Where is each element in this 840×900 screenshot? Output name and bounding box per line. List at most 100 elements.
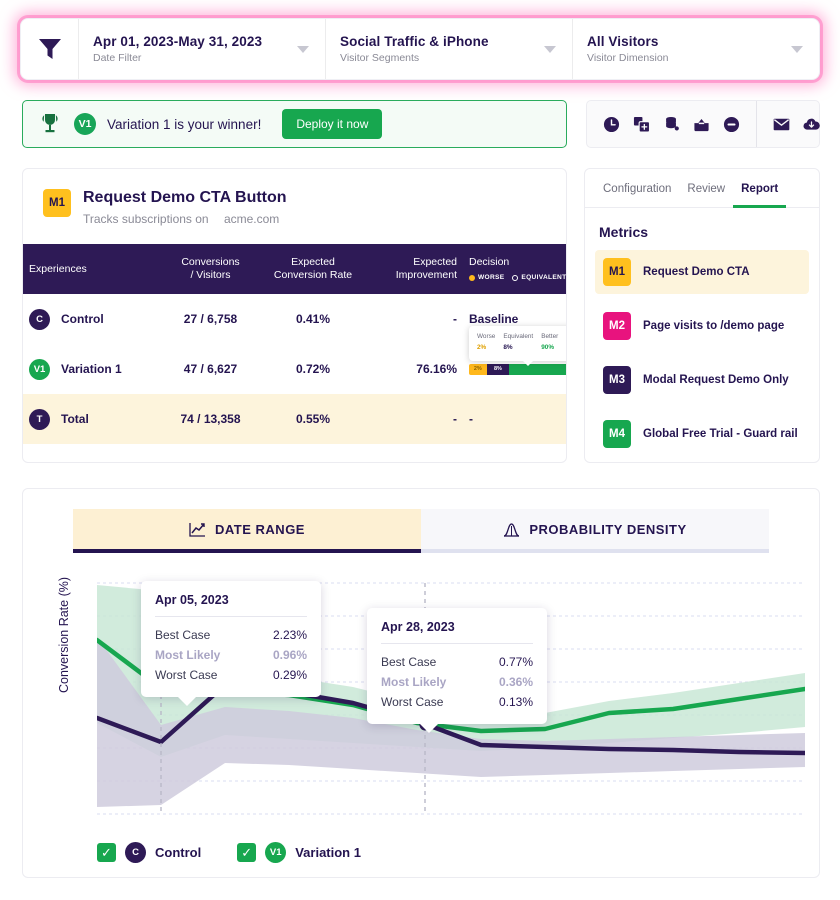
legend-checkbox-variation1[interactable]: ✓ bbox=[237, 843, 257, 862]
experiences-table-body: C Control 27 / 6,758 0.41% - Baseline V1… bbox=[23, 294, 566, 445]
legend-equivalent: EQUIVALENT bbox=[512, 274, 566, 282]
row-name-total: Total bbox=[61, 412, 89, 427]
sidebar-item-metric-m2[interactable]: M2 Page visits to /demo page bbox=[595, 304, 809, 348]
col-experiences: Experiences bbox=[23, 244, 163, 295]
metric-label-m2: Page visits to /demo page bbox=[643, 320, 785, 332]
metrics-heading: Metrics bbox=[599, 224, 649, 240]
legend-item-control[interactable]: ✓ C Control bbox=[97, 842, 201, 863]
row-badge-variation1: V1 bbox=[29, 358, 50, 380]
envelope-icon[interactable] bbox=[773, 116, 790, 133]
visitor-segments-filter[interactable]: Social Traffic & iPhone Visitor Segments bbox=[326, 19, 573, 79]
visitor-dimension-filter[interactable]: All Visitors Visitor Dimension bbox=[573, 19, 819, 79]
metric-chip-m1: M1 bbox=[43, 189, 71, 217]
tab-probability-density-label: PROBABILITY DENSITY bbox=[529, 521, 687, 537]
filter-icon-cell[interactable] bbox=[21, 19, 79, 79]
decision-tooltip-better: Better 90% bbox=[541, 332, 558, 354]
chart-tooltip-2-best-value: 0.77% bbox=[498, 655, 533, 669]
app-root: Apr 01, 2023-May 31, 2023 Date Filter So… bbox=[0, 0, 840, 900]
metric-label-m4: Global Free Trial - Guard rail bbox=[643, 428, 798, 440]
experiment-subtitle: Tracks subscriptions on acme.com bbox=[83, 212, 287, 226]
tab-date-range[interactable]: DATE RANGE bbox=[73, 509, 421, 553]
legend-label-variation1: Variation 1 bbox=[295, 845, 361, 860]
tab-probability-density[interactable]: PROBABILITY DENSITY bbox=[421, 509, 769, 553]
decision-indicator[interactable]: Worse 2% Equivalent 8% Better 90% 2% 8% bbox=[469, 326, 566, 375]
database-icon[interactable] bbox=[663, 116, 680, 133]
sidebar-item-metric-m1[interactable]: M1 Request Demo CTA bbox=[595, 250, 809, 294]
tab-report[interactable]: Report bbox=[733, 169, 787, 208]
winner-banner: V1 Variation 1 is your winner! Deploy it… bbox=[22, 100, 567, 148]
chevron-down-icon[interactable] bbox=[297, 46, 309, 53]
density-curve-icon bbox=[504, 522, 520, 537]
deploy-button[interactable]: Deploy it now bbox=[282, 109, 383, 139]
col-conversions-line1: Conversions bbox=[181, 256, 240, 269]
chart-tooltip-apr-28: Apr 28, 2023 Best Case 0.77% Most Likely… bbox=[367, 608, 547, 733]
chart-tooltip-apr-05: Apr 05, 2023 Best Case 2.23% Most Likely… bbox=[141, 581, 321, 706]
archive-icon[interactable] bbox=[693, 116, 710, 133]
col-expected-improvement: Expected Improvement bbox=[368, 244, 463, 295]
visitor-dimension-value: All Visitors bbox=[587, 34, 659, 49]
legend-equivalent-label: EQUIVALENT bbox=[521, 274, 567, 282]
decision-equivalent-label: Equivalent bbox=[503, 333, 534, 341]
experiment-header: M1 Request Demo CTA Button Tracks subscr… bbox=[23, 169, 566, 226]
date-filter[interactable]: Apr 01, 2023-May 31, 2023 Date Filter bbox=[79, 19, 326, 79]
chart-tooltip-1-best-value: 2.23% bbox=[272, 628, 307, 642]
col-decision-title: Decision bbox=[469, 256, 510, 268]
side-panel-tabs: Configuration Review Report bbox=[585, 169, 819, 208]
legend-badge-control: C bbox=[125, 842, 146, 863]
cloud-download-icon[interactable] bbox=[803, 116, 820, 133]
chevron-down-icon[interactable] bbox=[544, 46, 556, 53]
chart-tooltip-1-most-likely-value: 0.96% bbox=[272, 648, 307, 662]
decision-equivalent-value: 8% bbox=[503, 343, 513, 351]
action-toolbar bbox=[586, 100, 820, 148]
worse-dot-icon bbox=[469, 275, 475, 282]
chart-tooltip-1-best-label: Best Case bbox=[155, 628, 211, 642]
tab-review[interactable]: Review bbox=[679, 169, 733, 208]
clock-icon[interactable] bbox=[603, 116, 620, 133]
chart-tooltip-2-most-likely-label: Most Likely bbox=[381, 675, 447, 689]
sidebar-item-metric-m3[interactable]: M3 Modal Request Demo Only bbox=[595, 358, 809, 402]
decision-bar: 2% 8% 90% bbox=[469, 363, 566, 375]
tab-date-range-label: DATE RANGE bbox=[215, 521, 305, 537]
row-conversions-variation1: 47 / 6,627 bbox=[183, 362, 238, 377]
date-filter-value: Apr 01, 2023-May 31, 2023 bbox=[93, 34, 263, 49]
col-decision: Decision WORSE EQUIVALENT BETTER bbox=[463, 244, 566, 295]
winner-message: Variation 1 is your winner! bbox=[107, 116, 262, 132]
funnel-icon bbox=[38, 39, 61, 59]
experiment-title: Request Demo CTA Button bbox=[83, 189, 287, 206]
table-header-row: Experiences Conversions / Visitors Expec… bbox=[23, 244, 566, 295]
chart-tooltip-1-worst-value: 0.29% bbox=[272, 668, 307, 682]
legend-item-variation1[interactable]: ✓ V1 Variation 1 bbox=[237, 842, 361, 863]
filter-bar: Apr 01, 2023-May 31, 2023 Date Filter So… bbox=[20, 18, 820, 80]
tab-configuration[interactable]: Configuration bbox=[595, 169, 679, 208]
decision-worse-label: Worse bbox=[477, 333, 496, 341]
equivalent-dot-icon bbox=[512, 275, 519, 282]
table-row[interactable]: T Total 74 / 13,358 0.55% - - bbox=[23, 394, 566, 445]
sidebar-item-heatmaps[interactable]: Heatmaps bbox=[585, 456, 819, 462]
metric-label-m3: Modal Request Demo Only bbox=[643, 374, 789, 386]
pause-circle-icon[interactable] bbox=[723, 116, 740, 133]
row-improvement-variation1: 76.16% bbox=[416, 362, 457, 377]
row-rate-control: 0.41% bbox=[295, 312, 331, 327]
decision-tooltip-equivalent: Equivalent 8% bbox=[503, 332, 533, 354]
chart-tooltip-1-worst: Worst Case 0.29% bbox=[155, 665, 307, 685]
chart-tooltip-2-most-likely-value: 0.36% bbox=[498, 675, 533, 689]
legend-checkbox-control[interactable]: ✓ bbox=[97, 843, 116, 862]
visitor-segments-label: Visitor Segments bbox=[340, 52, 420, 64]
action-group-primary bbox=[587, 101, 757, 147]
sidebar-item-metric-m4[interactable]: M4 Global Free Trial - Guard rail bbox=[595, 412, 809, 456]
row-conversions-control: 27 / 6,758 bbox=[183, 312, 238, 327]
chevron-down-icon[interactable] bbox=[791, 46, 803, 53]
line-chart-icon bbox=[189, 522, 205, 537]
duplicate-icon[interactable] bbox=[633, 116, 650, 133]
date-filter-label: Date Filter bbox=[93, 52, 142, 64]
col-rate-line2: Conversion Rate bbox=[273, 269, 353, 282]
decision-worse-value: 2% bbox=[477, 343, 487, 351]
decision-legend: WORSE EQUIVALENT BETTER bbox=[469, 274, 566, 282]
visitor-dimension-label: Visitor Dimension bbox=[587, 52, 669, 64]
chart-tooltip-1-best: Best Case 2.23% bbox=[155, 625, 307, 645]
experiment-subtitle-text: Tracks subscriptions on bbox=[83, 212, 209, 226]
chart-tooltip-2-divider bbox=[381, 643, 533, 644]
row-name-control: Control bbox=[61, 312, 104, 327]
decision-seg-better: 90% bbox=[509, 363, 566, 375]
table-row[interactable]: V1 Variation 1 47 / 6,627 0.72% 76.16% W… bbox=[23, 326, 566, 394]
